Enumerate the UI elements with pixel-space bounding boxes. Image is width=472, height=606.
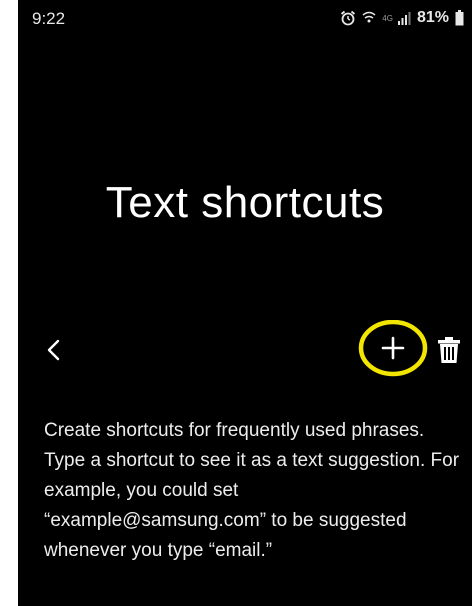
- battery-icon: [455, 10, 464, 26]
- network-type-label: 4G: [382, 13, 393, 23]
- description-text: Create shortcuts for frequently used phr…: [44, 420, 460, 561]
- status-icons: 4G 81%: [340, 8, 464, 28]
- page-title: Text shortcuts: [105, 178, 385, 227]
- status-bar: 9:22 4G 81%: [18, 0, 472, 36]
- signal-icon: [397, 11, 411, 25]
- trash-icon: [438, 337, 460, 363]
- add-shortcut-button[interactable]: [358, 319, 428, 378]
- chevron-left-icon: [47, 339, 60, 361]
- status-time: 9:22: [32, 9, 66, 28]
- toolbar: [18, 319, 472, 380]
- phone-screen: 9:22 4G 81% Text shortcuts Create shortc…: [18, 0, 472, 606]
- battery-percent: 81%: [416, 9, 449, 26]
- wifi-icon: [362, 10, 376, 26]
- back-button[interactable]: [34, 330, 74, 370]
- plus-icon: [358, 319, 428, 377]
- delete-button[interactable]: [432, 333, 466, 367]
- alarm-icon: [340, 10, 356, 26]
